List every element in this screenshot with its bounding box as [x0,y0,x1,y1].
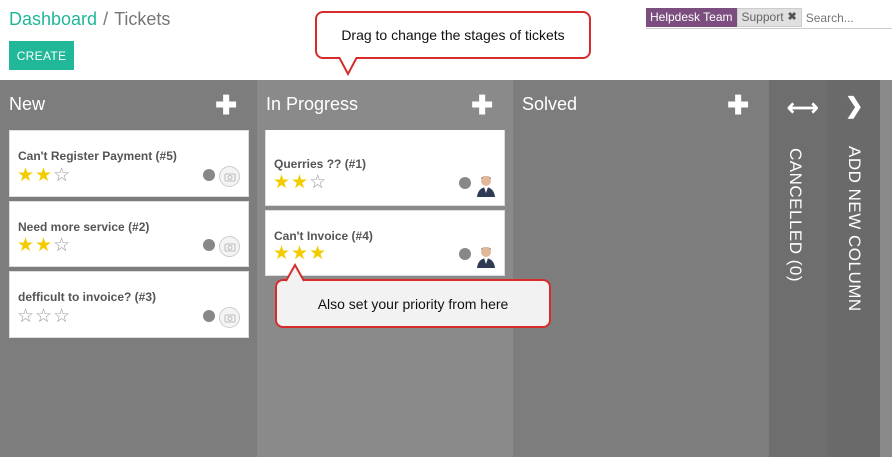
board-edge [880,80,892,457]
tooltip-drag-stages: Drag to change the stages of tickets [315,11,591,59]
search-facet: Support ✖ [736,8,802,27]
breadcrumb-current: Tickets [114,9,171,29]
ticket-card[interactable]: Querries ?? (#1) ★ ★ ☆ [265,130,505,206]
add-new-column-label[interactable]: ADD NEW COLUMN [844,146,864,312]
search-bar: Helpdesk Team Support ✖ [646,7,892,29]
star-filled-icon[interactable]: ★ [273,244,290,263]
chevron-right-icon[interactable]: ❯ [845,93,863,119]
status-dot[interactable] [203,239,215,251]
plus-icon[interactable]: ✚ [215,92,237,118]
ticket-card[interactable]: Need more service (#2) ★ ★ ☆ [9,201,249,267]
callout-tail [338,57,358,77]
ticket-card[interactable]: Can't Register Payment (#5) ★ ★ ☆ [9,130,249,197]
ticket-title: Can't Register Payment (#5) [18,149,177,163]
breadcrumb-separator: / [103,9,109,29]
tooltip-priority: Also set your priority from here [275,279,551,328]
status-dot[interactable] [203,169,215,181]
camera-icon[interactable] [219,236,240,257]
column-title-cancelled[interactable]: CANCELLED (0) [785,148,805,282]
camera-icon[interactable] [219,307,240,328]
ticket-title: Querries ?? (#1) [274,157,367,171]
breadcrumb: Dashboard / Tickets [9,9,170,30]
status-dot[interactable] [459,177,471,189]
priority-stars[interactable]: ★ ★ ☆ [17,236,70,255]
column-title-new: New [9,94,46,114]
status-dot[interactable] [203,310,215,322]
user-avatar [475,173,497,197]
priority-stars[interactable]: ★ ★ ☆ [17,166,70,185]
star-empty-icon[interactable]: ☆ [53,307,70,326]
facet-close-icon[interactable]: ✖ [788,10,797,25]
camera-icon[interactable] [219,166,240,187]
column-title-in-progress: In Progress [266,94,359,114]
plus-icon[interactable]: ✚ [471,92,493,118]
search-facet-value: Support [741,10,784,24]
callout-tail [285,263,305,282]
column-solved: Solved ✚ [513,80,769,457]
priority-stars[interactable]: ★ ★ ★ [273,244,326,263]
star-filled-icon[interactable]: ★ [291,173,308,192]
star-empty-icon[interactable]: ☆ [309,173,326,192]
search-facet-label: Helpdesk Team [646,8,737,27]
arrows-horizontal-icon[interactable]: ⟷ [787,95,819,121]
star-empty-icon[interactable]: ☆ [53,236,70,255]
ticket-title: Need more service (#2) [18,220,150,234]
star-filled-icon[interactable]: ★ [273,173,290,192]
create-button[interactable]: CREATE [9,41,74,70]
status-dot[interactable] [459,248,471,260]
star-empty-icon[interactable]: ☆ [17,307,34,326]
breadcrumb-dashboard-link[interactable]: Dashboard [9,9,97,29]
star-filled-icon[interactable]: ★ [35,166,52,185]
priority-stars[interactable]: ☆ ☆ ☆ [17,307,70,326]
user-avatar [475,244,497,268]
star-filled-icon[interactable]: ★ [17,166,34,185]
plus-icon[interactable]: ✚ [727,92,749,118]
ticket-title: Can't Invoice (#4) [274,229,373,243]
column-title-solved: Solved [522,94,578,114]
priority-stars[interactable]: ★ ★ ☆ [273,173,326,192]
ticket-card[interactable]: defficult to invoice? (#3) ☆ ☆ ☆ [9,271,249,338]
star-filled-icon[interactable]: ★ [309,244,326,263]
star-filled-icon[interactable]: ★ [291,244,308,263]
ticket-title: defficult to invoice? (#3) [18,290,157,304]
star-filled-icon[interactable]: ★ [35,236,52,255]
star-empty-icon[interactable]: ☆ [53,166,70,185]
star-filled-icon[interactable]: ★ [17,236,34,255]
star-empty-icon[interactable]: ☆ [35,307,52,326]
search-input[interactable] [805,10,886,25]
